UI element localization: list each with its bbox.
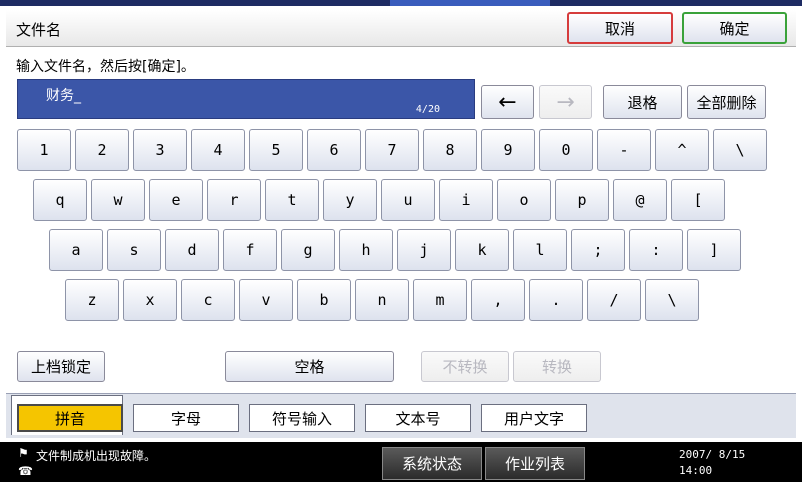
system-status-button[interactable]: 系统状态	[382, 447, 482, 480]
key-row3-3[interactable]: f	[223, 229, 277, 271]
key-row3-4[interactable]: g	[281, 229, 335, 271]
key-row4-1[interactable]: x	[123, 279, 177, 321]
key-row2-2[interactable]: e	[149, 179, 203, 221]
key-row2-11[interactable]: [	[671, 179, 725, 221]
cursor-left-button[interactable]: ←	[481, 85, 534, 119]
shift-lock-button[interactable]: 上档锁定	[17, 351, 105, 382]
ok-button[interactable]: 确定	[682, 12, 787, 44]
key-row3-9[interactable]: ;	[571, 229, 625, 271]
key-row1-12[interactable]: \	[713, 129, 767, 171]
key-row2-7[interactable]: i	[439, 179, 493, 221]
status-bar: ⚑ 文件制成机出现故障。 ☎ 系统状态 作业列表 2007/ 8/15 14:0…	[0, 442, 802, 482]
key-row2-4[interactable]: t	[265, 179, 319, 221]
phone-icon: ☎	[18, 464, 33, 478]
key-row1-11[interactable]: ^	[655, 129, 709, 171]
cancel-button[interactable]: 取消	[567, 12, 673, 44]
key-row2-5[interactable]: y	[323, 179, 377, 221]
date-text: 2007/ 8/15	[679, 448, 746, 461]
key-row4-2[interactable]: c	[181, 279, 235, 321]
key-row1-2[interactable]: 3	[133, 129, 187, 171]
tab-user-text[interactable]: 用户文字	[481, 404, 587, 432]
key-row1-4[interactable]: 5	[249, 129, 303, 171]
key-row4-0[interactable]: z	[65, 279, 119, 321]
key-row4-10[interactable]: \	[645, 279, 699, 321]
key-row1-6[interactable]: 7	[365, 129, 419, 171]
key-row3-10[interactable]: :	[629, 229, 683, 271]
key-row2-3[interactable]: r	[207, 179, 261, 221]
convert-button[interactable]: 转换	[513, 351, 601, 382]
top-strip	[0, 0, 802, 6]
key-row1-1[interactable]: 2	[75, 129, 129, 171]
job-list-button[interactable]: 作业列表	[485, 447, 585, 480]
key-row4-4[interactable]: b	[297, 279, 351, 321]
key-row2-6[interactable]: u	[381, 179, 435, 221]
date-time: 2007/ 8/15 14:00	[679, 447, 745, 479]
key-row3-2[interactable]: d	[165, 229, 219, 271]
key-row4-3[interactable]: v	[239, 279, 293, 321]
tab-symbol-input[interactable]: 符号输入	[249, 404, 355, 432]
time-text: 14:00	[679, 464, 713, 477]
dialog-title: 文件名	[16, 21, 62, 39]
warning-key-icon: ⚑	[18, 446, 29, 460]
space-button[interactable]: 空格	[225, 351, 394, 382]
key-row1-9[interactable]: 0	[539, 129, 593, 171]
key-row3-0[interactable]: a	[49, 229, 103, 271]
key-row3-5[interactable]: h	[339, 229, 393, 271]
tab-alphabet[interactable]: 字母	[133, 404, 239, 432]
key-row3-7[interactable]: k	[455, 229, 509, 271]
key-row2-10[interactable]: @	[613, 179, 667, 221]
no-convert-button[interactable]: 不转换	[421, 351, 509, 382]
arrow-right-icon: →	[556, 89, 575, 115]
tab-text-number[interactable]: 文本号	[365, 404, 471, 432]
delete-all-button[interactable]: 全部删除	[687, 85, 766, 119]
key-row4-8[interactable]: .	[529, 279, 583, 321]
key-row2-0[interactable]: q	[33, 179, 87, 221]
status-message: 文件制成机出现故障。	[36, 449, 157, 463]
key-row2-9[interactable]: p	[555, 179, 609, 221]
key-row1-8[interactable]: 9	[481, 129, 535, 171]
cursor-right-button[interactable]: →	[539, 85, 592, 119]
top-strip-highlight	[390, 0, 550, 6]
arrow-left-icon: ←	[498, 89, 517, 115]
key-row2-8[interactable]: o	[497, 179, 551, 221]
key-row4-6[interactable]: m	[413, 279, 467, 321]
key-row1-7[interactable]: 8	[423, 129, 477, 171]
key-row4-7[interactable]: ,	[471, 279, 525, 321]
key-row1-10[interactable]: -	[597, 129, 651, 171]
key-row4-9[interactable]: /	[587, 279, 641, 321]
key-row3-11[interactable]: ]	[687, 229, 741, 271]
title-bar: 文件名	[6, 10, 796, 47]
char-count: 4/20	[415, 104, 440, 115]
tab-pinyin[interactable]: 拼音	[17, 404, 123, 432]
instruction-text: 输入文件名，然后按[确定]。	[16, 59, 195, 75]
key-row4-5[interactable]: n	[355, 279, 409, 321]
filename-input[interactable]: 财务_ 4/20	[17, 79, 475, 119]
key-row3-8[interactable]: l	[513, 229, 567, 271]
key-row2-1[interactable]: w	[91, 179, 145, 221]
key-row3-6[interactable]: j	[397, 229, 451, 271]
filename-value: 财务_	[46, 88, 81, 104]
key-row3-1[interactable]: s	[107, 229, 161, 271]
backspace-button[interactable]: 退格	[603, 85, 682, 119]
key-row1-0[interactable]: 1	[17, 129, 71, 171]
key-row1-3[interactable]: 4	[191, 129, 245, 171]
key-row1-5[interactable]: 6	[307, 129, 361, 171]
